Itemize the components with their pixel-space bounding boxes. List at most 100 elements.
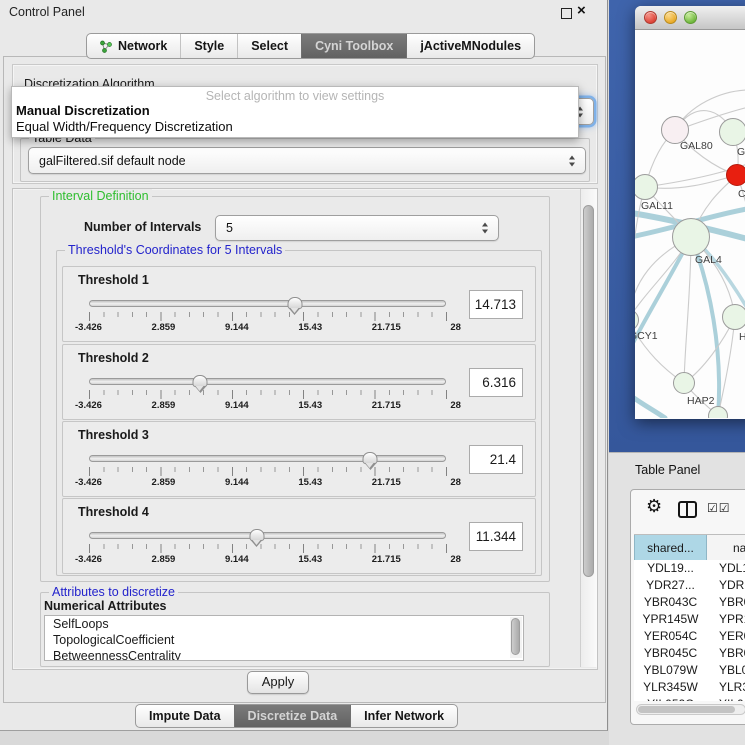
threshold-3-value-field[interactable]: 21.4 [469,445,523,474]
cell-shared-name: YDL19... [634,560,707,577]
slider-tick-label: 9.144 [225,322,249,333]
table-row[interactable]: YPR145W YPR1 [634,611,745,628]
select-columns-checkboxes-icon[interactable]: ☑☑ [707,501,731,515]
threshold-1-value-field[interactable]: 14.713 [469,290,523,319]
threshold-4-slider-thumb[interactable] [249,529,264,541]
algorithm-option-manual[interactable]: Manual Discretization [12,103,578,119]
application-root: Control Panel × Network Style Select Cyn… [0,0,745,745]
tab-infer-network[interactable]: Infer Network [350,705,457,727]
threshold-2-label: Threshold 2 [78,351,149,365]
threshold-4-value-field[interactable]: 11.344 [469,522,523,551]
tab-jactivemnodules[interactable]: jActiveMNodules [406,34,534,58]
combo-arrows-icon [569,155,576,166]
number-of-intervals-combobox[interactable]: 5 [215,215,499,241]
slider-tick-labels: -3.4262.8599.14415.4321.71528 [75,400,461,411]
threshold-1-slider-thumb[interactable] [287,297,302,309]
attributes-list-scrollbar-thumb[interactable] [511,618,520,655]
cell-shared-name: YBR045C [634,645,707,662]
table-row[interactable]: YDR27... YDR2 [634,577,745,594]
close-icon[interactable]: × [577,2,586,19]
settings-scrollbar-thumb[interactable] [583,205,594,577]
table-data-combobox[interactable]: galFiltered.sif default node [28,147,586,174]
list-item[interactable]: SelfLoops [45,616,523,632]
slider-tick-label: 21.715 [372,477,401,488]
tab-impute-data[interactable]: Impute Data [136,705,234,727]
network-canvas[interactable]: GAL80GACGAL11GAL4GCY1HHAP2 [635,30,745,418]
slider-tick-label: 28 [450,400,461,411]
algorithm-option-equal-width[interactable]: Equal Width/Frequency Discretization [12,119,578,135]
threshold-2-value-field[interactable]: 6.316 [469,368,523,397]
table-row[interactable]: YLR345W YLR3 [634,679,745,696]
slider-tick-label: -3.426 [75,554,102,565]
cyni-mode-tab-bar: Impute Data Discretize Data Infer Networ… [135,704,458,728]
network-node-label: GAL4 [695,254,722,266]
slider-tick-label: 2.859 [152,477,176,488]
network-node[interactable] [719,118,745,146]
table-row[interactable]: YIL052C YIL0 [634,696,745,701]
network-node[interactable] [673,372,695,394]
network-view-window[interactable]: GAL80GACGAL11GAL4GCY1HHAP2 [635,6,745,419]
network-node[interactable] [722,304,745,330]
slider-tick-label: -3.426 [75,477,102,488]
network-node[interactable] [726,164,745,186]
list-item[interactable]: TopologicalCoefficient [45,632,523,648]
cell-name: YER0 [707,628,745,645]
slider-ticks [89,312,447,321]
table-row[interactable]: YBL079W YBL0 [634,662,745,679]
table-horizontal-scrollbar[interactable] [636,704,745,715]
slider-tick-label: 15.43 [298,400,322,411]
threshold-4-label: Threshold 4 [78,505,149,519]
columns-icon[interactable] [678,501,697,518]
thresholds-group-label: Threshold's Coordinates for 5 Intervals [65,243,285,257]
gear-icon[interactable]: ⚙ [646,497,662,515]
threshold-1-panel: Threshold 1 -3.4262.8599.14415.4321.7152… [62,266,536,342]
combo-arrows-icon [482,223,489,234]
zoom-traffic-light-icon[interactable] [684,11,697,24]
minimize-traffic-light-icon[interactable] [664,11,677,24]
list-item[interactable]: BetweennessCentrality [45,648,523,661]
float-window-icon[interactable] [561,8,572,19]
slider-ticks [89,467,447,476]
close-traffic-light-icon[interactable] [644,11,657,24]
table-row[interactable]: YER054C YER0 [634,628,745,645]
cell-shared-name: YPR145W [634,611,707,628]
tab-cyni-toolbox[interactable]: Cyni Toolbox [301,34,406,58]
network-node-label: GAL80 [680,140,713,152]
slider-tick-label: 9.144 [225,400,249,411]
tab-style[interactable]: Style [180,34,237,58]
settings-scrollbar[interactable] [580,189,597,667]
threshold-3-slider-thumb[interactable] [363,452,378,464]
threshold-2-slider[interactable] [89,378,446,385]
table-row[interactable]: YBR043C YBR0 [634,594,745,611]
slider-tick-label: 28 [450,477,461,488]
tab-discretize-data[interactable]: Discretize Data [234,705,351,727]
slider-tick-label: 2.859 [152,400,176,411]
table-row[interactable]: YDL19... YDL1 [634,560,745,577]
numerical-attributes-list: SelfLoopsTopologicalCoefficientBetweenne… [44,615,524,661]
slider-tick-label: 15.43 [298,554,322,565]
column-header-shared-name[interactable]: shared... [634,535,707,561]
network-node-label: GA [737,146,745,158]
attributes-list-scrollbar[interactable] [510,617,522,658]
table-row[interactable]: YBR045C YBR0 [634,645,745,662]
threshold-2-panel: Threshold 2 -3.4262.8599.14415.4321.7152… [62,344,536,420]
control-panel-title: Control Panel [9,5,85,19]
threshold-2-slider-thumb[interactable] [193,375,208,387]
network-desktop: GAL80GACGAL11GAL4GCY1HHAP2 [609,0,745,452]
slider-tick-labels: -3.4262.8599.14415.4321.71528 [75,322,461,333]
apply-button[interactable]: Apply [247,671,309,694]
tab-select[interactable]: Select [237,34,301,58]
network-node-label: GCY1 [635,330,658,342]
tab-network[interactable]: Network [87,34,180,58]
network-node[interactable] [672,218,710,256]
column-header-name[interactable]: na [707,535,745,561]
threshold-4-panel: Threshold 4 -3.4262.8599.14415.4321.7152… [62,498,536,574]
table-horizontal-scrollbar-thumb[interactable] [638,706,735,713]
tab-network-label: Network [118,39,167,53]
slider-tick-label: -3.426 [75,322,102,333]
threshold-3-slider[interactable] [89,455,446,462]
numerical-attributes-label: Numerical Attributes [44,599,166,613]
threshold-1-slider[interactable] [89,300,446,307]
threshold-4-slider[interactable] [89,532,446,539]
slider-tick-label: 15.43 [298,477,322,488]
